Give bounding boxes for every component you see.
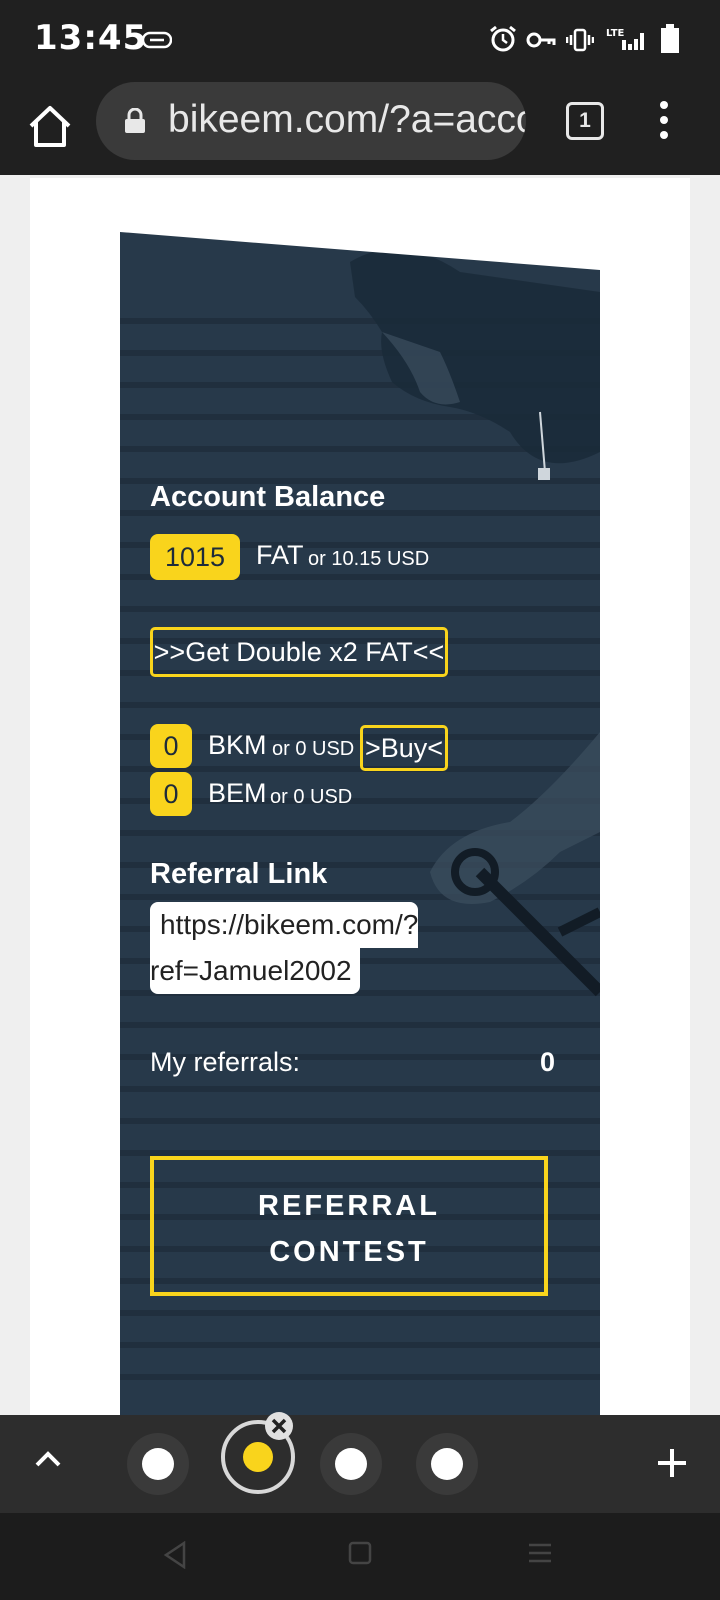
link-icon xyxy=(142,31,172,49)
contest-line2: CONTEST xyxy=(269,1236,429,1268)
referral-link-line1[interactable]: https://bikeem.com/? xyxy=(150,902,418,948)
back-nav-icon[interactable] xyxy=(162,1541,188,1569)
bem-balance-badge: 0 xyxy=(150,772,192,816)
my-referrals-count: 0 xyxy=(540,1047,556,1077)
referral-link-line2[interactable]: ref=Jamuel2002 xyxy=(150,948,360,994)
tab-thumb-4[interactable] xyxy=(416,1433,478,1495)
bem-usd-value: or 0 USD xyxy=(270,786,353,808)
new-tab-plus-icon[interactable] xyxy=(656,1447,688,1479)
buy-bkm-button[interactable]: >Buy< xyxy=(360,725,448,771)
svg-text:LTE: LTE xyxy=(606,28,625,39)
status-time: 13:45 xyxy=(34,18,148,58)
system-navigation-bar xyxy=(0,1513,720,1600)
close-tab-icon[interactable] xyxy=(264,1411,294,1441)
contest-line1: REFERRAL xyxy=(258,1190,440,1222)
my-referrals-label: My referrals: xyxy=(150,1047,301,1077)
bkm-unit-label: BKM xyxy=(208,730,267,760)
address-bar[interactable]: bikeem.com/?a=account xyxy=(96,82,526,160)
bkm-balance-badge: 0 xyxy=(150,724,192,768)
browser-toolbar: bikeem.com/?a=account 1 xyxy=(0,80,720,175)
account-balance-heading: Account Balance xyxy=(150,481,386,513)
account-card: Account Balance 1015 FAT or 10.15 USD >>… xyxy=(120,232,600,1415)
card-top-cut xyxy=(120,232,600,270)
chevron-up-icon[interactable] xyxy=(34,1449,62,1469)
home-nav-icon[interactable] xyxy=(348,1541,372,1565)
vpn-key-icon xyxy=(526,32,556,48)
fat-usd-value: or 10.15 USD xyxy=(308,548,430,570)
bottom-tab-strip xyxy=(0,1412,720,1513)
referral-contest-button[interactable]: REFERRAL CONTEST xyxy=(150,1156,548,1296)
lte-signal-icon: LTE xyxy=(606,28,644,50)
referral-link-heading: Referral Link xyxy=(150,858,328,890)
battery-icon xyxy=(661,24,679,53)
tab-thumb-3[interactable] xyxy=(320,1433,382,1495)
get-double-fat-button[interactable]: >>Get Double x2 FAT<< xyxy=(150,627,448,677)
lock-icon xyxy=(125,108,145,133)
recents-nav-icon[interactable] xyxy=(527,1541,553,1565)
status-bar: 13:45 LTE xyxy=(0,0,720,80)
url-text: bikeem.com/?a=account xyxy=(168,98,526,141)
tab-switcher-button[interactable]: 1 xyxy=(566,102,604,140)
home-icon[interactable] xyxy=(22,98,78,154)
fat-unit-label: FAT xyxy=(256,540,304,570)
tab-thumb-1[interactable] xyxy=(127,1433,189,1495)
more-menu-icon[interactable] xyxy=(654,100,674,140)
n-favicon-icon xyxy=(335,1448,367,1480)
bikeem-favicon-icon xyxy=(243,1442,273,1472)
bkm-usd-value: or 0 USD xyxy=(272,738,355,760)
vibrate-icon xyxy=(566,28,594,52)
alarm-icon xyxy=(490,25,516,52)
site-favicon-icon xyxy=(142,1448,174,1480)
magnet-favicon-icon xyxy=(431,1448,463,1480)
bem-unit-label: BEM xyxy=(208,778,267,808)
fat-balance-badge: 1015 xyxy=(150,534,240,580)
